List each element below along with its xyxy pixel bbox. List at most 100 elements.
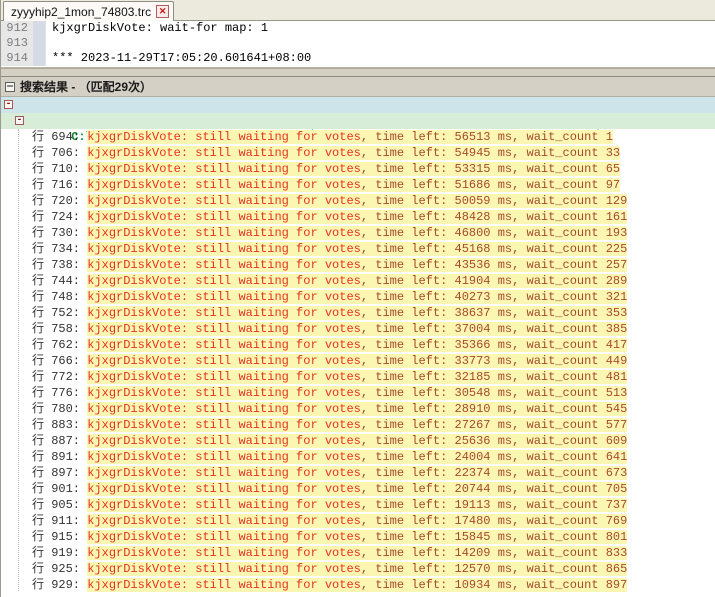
panel-splitter[interactable]: [1, 68, 715, 77]
search-result-row[interactable]: 行 915: kjxgrDiskVote: still waiting for …: [1, 529, 715, 545]
search-result-row[interactable]: 行 724: kjxgrDiskVote: still waiting for …: [1, 209, 715, 225]
result-line-number: 行 776:: [32, 386, 88, 400]
line-number: 913: [1, 36, 33, 51]
line-number: 912: [1, 21, 33, 36]
result-match-text: kjxgrDiskVote: still waiting for votes: [87, 162, 361, 176]
search-result-row[interactable]: 行 766: kjxgrDiskVote: still waiting for …: [1, 353, 715, 369]
result-rest-text: , time left: 20744 ms, wait_count 705: [360, 482, 628, 496]
search-result-row[interactable]: 行 772: kjxgrDiskVote: still waiting for …: [1, 369, 715, 385]
search-results-icon: [5, 81, 15, 92]
tab-close-icon[interactable]: ✕: [156, 5, 170, 18]
bookmark-margin[interactable]: [33, 36, 46, 51]
search-result-row[interactable]: 行 706: kjxgrDiskVote: still waiting for …: [1, 145, 715, 161]
result-rest-text: , time left: 43536 ms, wait_count 257: [360, 258, 628, 272]
bookmark-margin[interactable]: [33, 21, 46, 36]
editor-line-text: [46, 36, 52, 51]
result-line-number: 行 929:: [32, 578, 88, 592]
search-result-row[interactable]: 行 752: kjxgrDiskVote: still waiting for …: [1, 305, 715, 321]
result-line-number: 行 887:: [32, 434, 88, 448]
result-rest-text: , time left: 54945 ms, wait_count 33: [360, 146, 621, 160]
bookmark-margin[interactable]: [33, 51, 46, 66]
file-tab[interactable]: zyyyhip2_1mon_74803.trc ✕: [3, 1, 175, 21]
result-rest-text: , time left: 48428 ms, wait_count 161: [360, 210, 628, 224]
search-result-row[interactable]: 行 716: kjxgrDiskVote: still waiting for …: [1, 177, 715, 193]
search-result-row[interactable]: 行 780: kjxgrDiskVote: still waiting for …: [1, 401, 715, 417]
result-rest-text: , time left: 37004 ms, wait_count 385: [360, 322, 628, 336]
search-result-row[interactable]: 行 776: kjxgrDiskVote: still waiting for …: [1, 385, 715, 401]
search-result-row[interactable]: 行 730: kjxgrDiskVote: still waiting for …: [1, 225, 715, 241]
result-line-number: 行 891:: [32, 450, 88, 464]
result-rest-text: , time left: 51686 ms, wait_count 97: [360, 178, 621, 192]
search-result-row[interactable]: 行 911: kjxgrDiskVote: still waiting for …: [1, 513, 715, 529]
result-rest-text: , time left: 22374 ms, wait_count 673: [360, 466, 628, 480]
search-result-row[interactable]: 行 897: kjxgrDiskVote: still waiting for …: [1, 465, 715, 481]
result-rest-text: , time left: 24004 ms, wait_count 641: [360, 450, 628, 464]
result-match-text: kjxgrDiskVote: still waiting for votes: [87, 562, 361, 576]
result-rest-text: , time left: 19113 ms, wait_count 737: [360, 498, 628, 512]
search-result-row[interactable]: 行 919: kjxgrDiskVote: still waiting for …: [1, 545, 715, 561]
search-result-row[interactable]: 行 734: kjxgrDiskVote: still waiting for …: [1, 241, 715, 257]
result-match-text: kjxgrDiskVote: still waiting for votes: [87, 370, 361, 384]
search-result-row[interactable]: 行 901: kjxgrDiskVote: still waiting for …: [1, 481, 715, 497]
result-rest-text: , time left: 17480 ms, wait_count 769: [360, 514, 628, 528]
app-window: zyyyhip2_1mon_74803.trc ✕ 912 kjxgrDiskVo…: [0, 0, 715, 597]
result-rest-text: , time left: 12570 ms, wait_count 865: [360, 562, 628, 576]
result-rest-text: , time left: 45168 ms, wait_count 225: [360, 242, 628, 256]
result-match-text: kjxgrDiskVote: still waiting for votes: [87, 210, 361, 224]
search-result-row[interactable]: 行 758: kjxgrDiskVote: still waiting for …: [1, 321, 715, 337]
result-line-number: 行 734:: [32, 242, 88, 256]
result-line-number: 行 780:: [32, 402, 88, 416]
file-tab-label: zyyyhip2_1mon_74803.trc: [11, 4, 152, 19]
result-line-number: 行 706:: [32, 146, 88, 160]
result-line-number: 行 724:: [32, 210, 88, 224]
editor-area[interactable]: 912 kjxgrDiskVote: wait-for map: 1 913 914 *…: [1, 21, 715, 68]
result-match-text: kjxgrDiskVote: still waiting for votes: [87, 546, 361, 560]
search-result-row[interactable]: 行 762: kjxgrDiskVote: still waiting for …: [1, 337, 715, 353]
search-header-row[interactable]: -搜索 "kjxgrDiskVote: still waiting for vo…: [1, 97, 715, 128]
search-result-row[interactable]: 行 891: kjxgrDiskVote: still waiting for …: [1, 449, 715, 465]
search-result-row[interactable]: 行 883: kjxgrDiskVote: still waiting for …: [1, 417, 715, 433]
search-results-title: 搜索结果 - （匹配29次）: [20, 80, 153, 94]
result-match-text: kjxgrDiskVote: still waiting for votes: [87, 306, 361, 320]
collapse-file-icon[interactable]: -: [15, 116, 24, 126]
editor-line: 913: [1, 36, 715, 51]
search-result-row[interactable]: 行 720: kjxgrDiskVote: still waiting for …: [1, 193, 715, 209]
search-result-row[interactable]: 行 929: kjxgrDiskVote: still waiting for …: [1, 577, 715, 593]
results-rows: 行 694: kjxgrDiskVote: still waiting for …: [1, 129, 715, 593]
search-result-row[interactable]: 行 925: kjxgrDiskVote: still waiting for …: [1, 561, 715, 577]
result-match-text: kjxgrDiskVote: still waiting for votes: [87, 258, 361, 272]
result-rest-text: , time left: 27267 ms, wait_count 577: [360, 418, 628, 432]
result-rest-text: , time left: 33773 ms, wait_count 449: [360, 354, 628, 368]
search-result-row[interactable]: 行 710: kjxgrDiskVote: still waiting for …: [1, 161, 715, 177]
result-match-text: kjxgrDiskVote: still waiting for votes: [87, 530, 361, 544]
result-match-text: kjxgrDiskVote: still waiting for votes: [87, 354, 361, 368]
search-result-row[interactable]: 行 748: kjxgrDiskVote: still waiting for …: [1, 289, 715, 305]
result-rest-text: , time left: 25636 ms, wait_count 609: [360, 434, 628, 448]
result-rest-text: , time left: 38637 ms, wait_count 353: [360, 306, 628, 320]
result-rest-text: , time left: 41904 ms, wait_count 289: [360, 274, 628, 288]
search-result-row[interactable]: 行 694: kjxgrDiskVote: still waiting for …: [1, 129, 715, 145]
result-line-number: 行 710:: [32, 162, 88, 176]
result-rest-text: , time left: 14209 ms, wait_count 833: [360, 546, 628, 560]
result-rest-text: , time left: 56513 ms, wait_count 1: [360, 130, 613, 144]
result-match-text: kjxgrDiskVote: still waiting for votes: [87, 290, 361, 304]
search-result-row[interactable]: 行 887: kjxgrDiskVote: still waiting for …: [1, 433, 715, 449]
editor-line-text: kjxgrDiskVote: wait-for map: 1: [52, 21, 269, 35]
result-rest-text: , time left: 15845 ms, wait_count 801: [360, 530, 628, 544]
search-result-row[interactable]: 行 744: kjxgrDiskVote: still waiting for …: [1, 273, 715, 289]
result-rest-text: , time left: 46800 ms, wait_count 193: [360, 226, 628, 240]
result-line-number: 行 911:: [32, 514, 88, 528]
result-rest-text: , time left: 32185 ms, wait_count 481: [360, 370, 628, 384]
result-match-text: kjxgrDiskVote: still waiting for votes: [87, 226, 361, 240]
result-rest-text: , time left: 50059 ms, wait_count 129: [360, 194, 628, 208]
result-line-number: 行 919:: [32, 546, 88, 560]
result-line-number: 行 748:: [32, 290, 88, 304]
file-header-row[interactable]: -C:\Users\Administrator\Desktop\日志\node2…: [1, 113, 715, 144]
result-match-text: kjxgrDiskVote: still waiting for votes: [87, 466, 361, 480]
search-result-row[interactable]: 行 738: kjxgrDiskVote: still waiting for …: [1, 257, 715, 273]
result-line-number: 行 883:: [32, 418, 88, 432]
result-line-number: 行 925:: [32, 562, 88, 576]
search-result-row[interactable]: 行 905: kjxgrDiskVote: still waiting for …: [1, 497, 715, 513]
collapse-search-icon[interactable]: -: [4, 100, 13, 110]
result-line-number: 行 766:: [32, 354, 88, 368]
